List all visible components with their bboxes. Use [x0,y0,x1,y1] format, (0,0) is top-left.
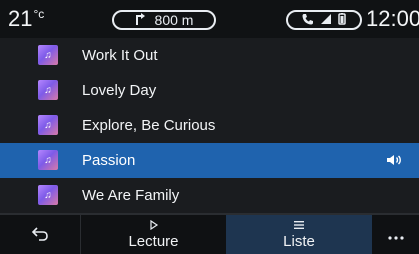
tab-lecture-label: Lecture [128,232,179,250]
battery-icon [338,12,346,28]
play-icon [149,219,159,232]
bottom-navigation: Lecture Liste [0,214,419,254]
tab-liste[interactable]: Liste [226,215,372,254]
clock: 12:00 [366,6,419,31]
temperature-unit: °c [33,7,45,21]
back-arrow-icon [31,226,49,243]
list-item[interactable]: ♫ We Are Family [0,178,419,214]
speaker-icon [387,153,403,169]
nav-distance: 800 m [154,12,194,28]
music-note-icon: ♫ [38,45,58,65]
music-note-icon: ♫ [38,150,58,170]
temperature-value: 21 [8,6,33,31]
more-button[interactable] [372,215,419,254]
turn-arrow-icon [135,12,145,28]
tab-lecture[interactable]: Lecture [80,215,226,254]
list-item-playing[interactable]: ♫ Passion [0,143,419,178]
top-status-bar: 21°c 800 m 12:00 [0,0,419,38]
list-item[interactable]: ♫ Lovely Day [0,73,419,109]
list-item[interactable]: ♫ Work It Out [0,38,419,74]
track-title: Passion [82,152,136,169]
music-note-icon: ♫ [38,80,58,100]
list-item[interactable]: ♫ Explore, Be Curious [0,108,419,144]
playlist: ♫ Work It Out ♫ Lovely Day ♫ Explore, Be… [0,38,419,214]
more-icon [387,229,405,241]
media-screen: 21°c 800 m 12:00 ♫ Work It Out ♫ Lovely … [0,0,419,254]
track-title: Work It Out [82,47,158,64]
track-title: We Are Family [82,187,180,204]
music-note-icon: ♫ [38,115,58,135]
phone-icon [302,13,314,28]
outside-temperature: 21°c [8,6,45,33]
signal-icon [320,13,332,28]
phone-status[interactable] [286,10,362,30]
track-title: Explore, Be Curious [82,117,216,134]
list-icon [293,220,305,232]
tab-liste-label: Liste [283,232,315,250]
track-title: Lovely Day [82,82,157,99]
music-note-icon: ♫ [38,185,58,205]
back-button[interactable] [0,215,80,254]
navigation-guidance[interactable]: 800 m [112,10,216,30]
